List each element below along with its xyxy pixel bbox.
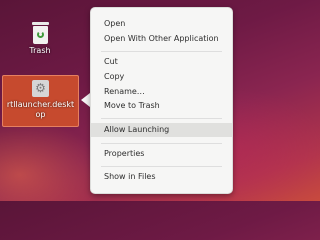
desktop-icon-trash[interactable]: Trash	[20, 18, 60, 56]
menu-item-allow-launching[interactable]: Allow Launching	[91, 123, 232, 137]
menu-item-rename[interactable]: Rename…	[91, 85, 232, 99]
trash-label: Trash	[29, 46, 51, 55]
desktop-background[interactable]: Trash ⚙ rtllauncher.desktop Open Open Wi…	[0, 0, 237, 201]
menu-item-open-with-other-application[interactable]: Open With Other Application	[91, 32, 232, 46]
desktop-icon-launcher-file[interactable]: ⚙ rtllauncher.desktop	[2, 75, 79, 127]
menu-item-copy[interactable]: Copy	[91, 70, 232, 84]
menu-item-cut[interactable]: Cut	[91, 55, 232, 69]
launcher-file-label: rtllauncher.desktop	[6, 100, 75, 119]
menu-separator	[101, 166, 222, 167]
trash-icon	[31, 22, 49, 44]
menu-item-open[interactable]: Open	[91, 17, 232, 31]
menu-item-show-in-files[interactable]: Show in Files	[91, 170, 232, 184]
gear-icon: ⚙	[32, 80, 49, 97]
context-menu: Open Open With Other Application Cut Cop…	[90, 7, 233, 194]
menu-separator	[101, 143, 222, 144]
menu-separator	[101, 51, 222, 52]
menu-separator	[101, 118, 222, 119]
menu-item-properties[interactable]: Properties	[91, 147, 232, 161]
menu-item-move-to-trash[interactable]: Move to Trash	[91, 99, 232, 113]
context-menu-pointer	[81, 93, 90, 107]
